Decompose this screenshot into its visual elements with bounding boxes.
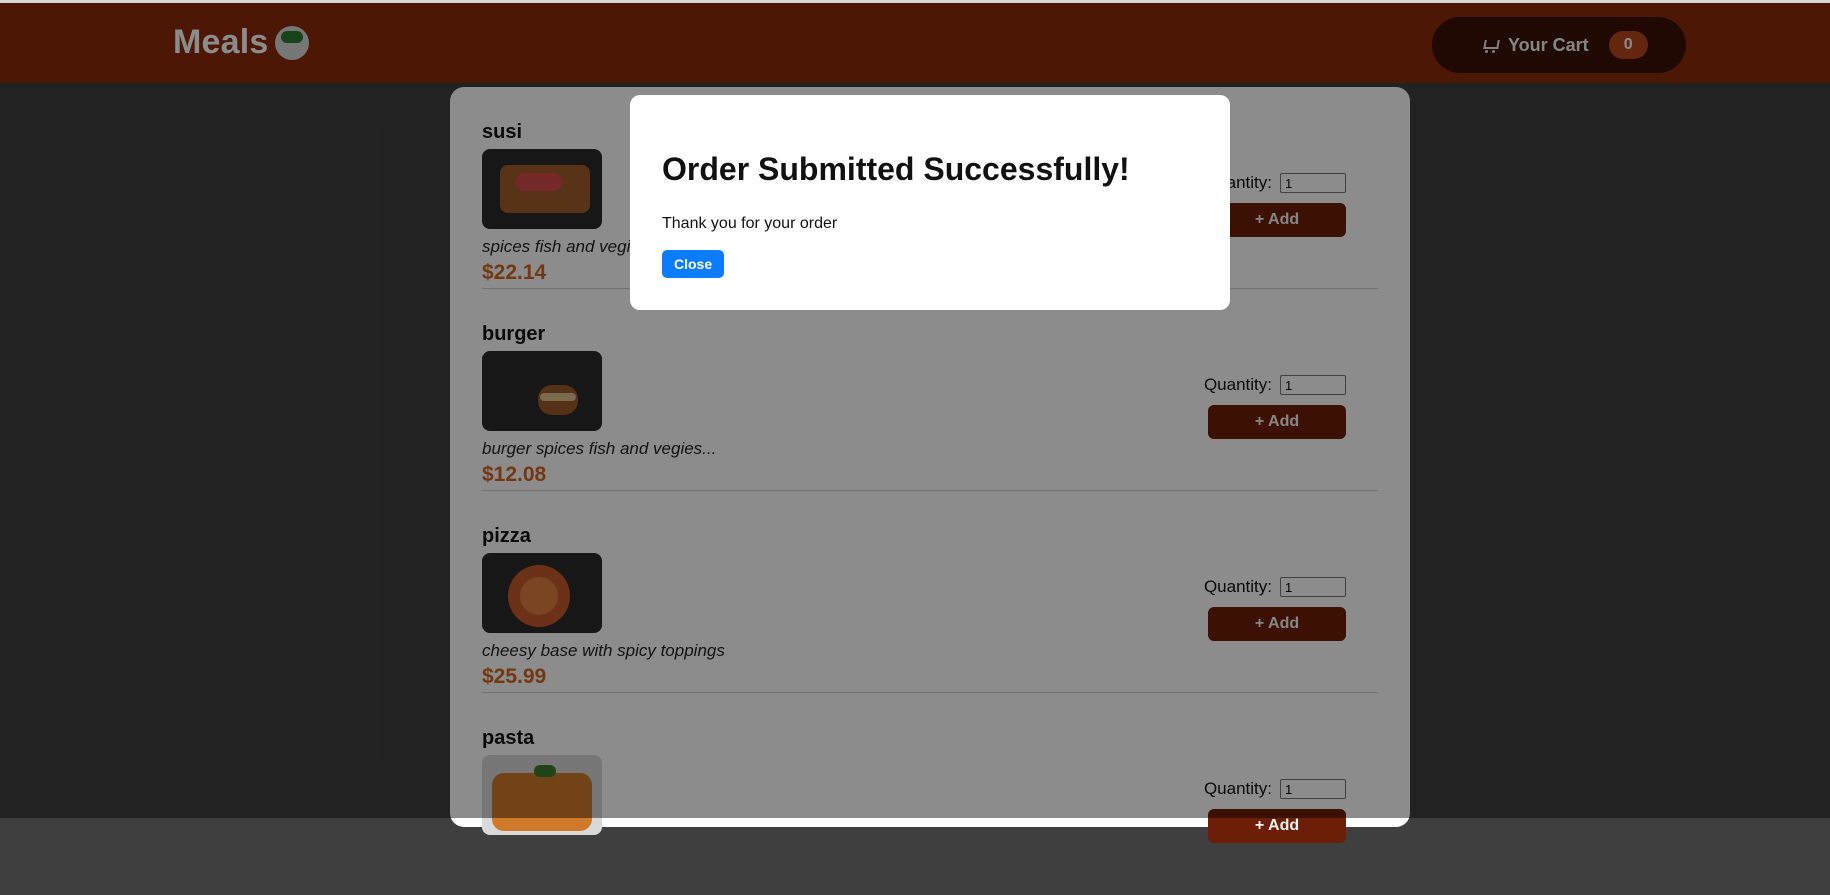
close-button[interactable]: Close <box>662 250 725 278</box>
order-success-modal: Order Submitted Successfully! Thank you … <box>630 95 1230 310</box>
modal-message: Thank you for your order <box>662 215 838 232</box>
modal-title: Order Submitted Successfully! <box>662 151 1130 187</box>
